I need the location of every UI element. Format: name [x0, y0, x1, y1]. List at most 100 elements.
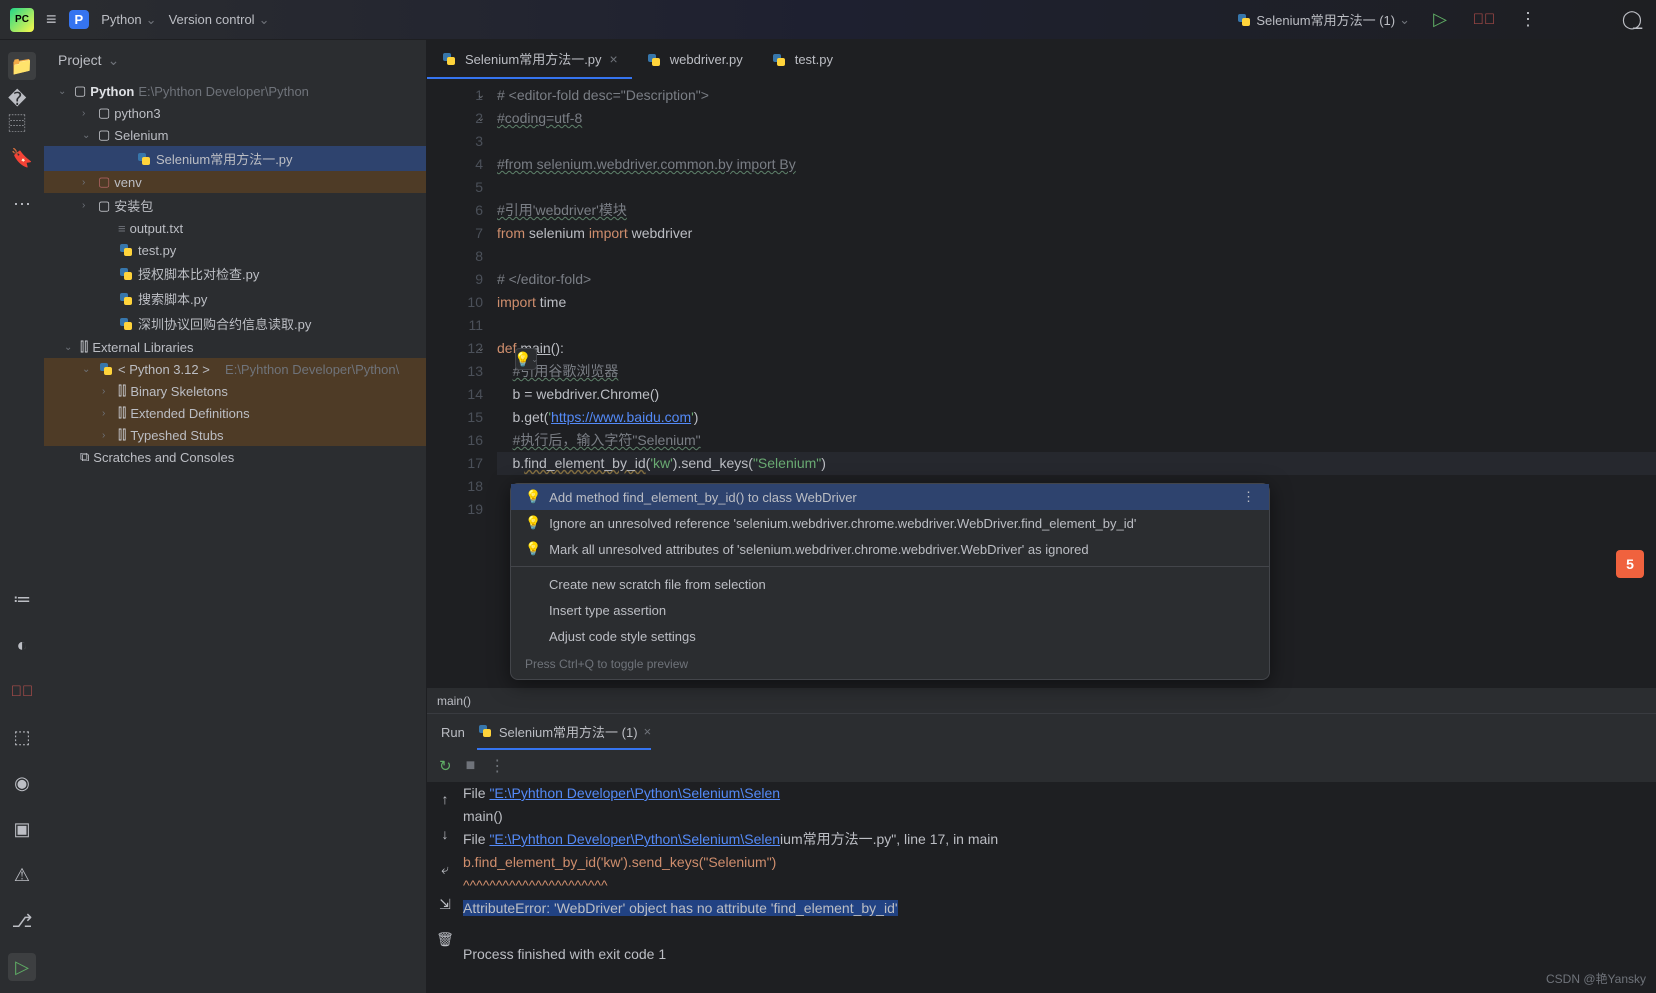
tree-item[interactable]: ⧉Scratches and Consoles	[44, 446, 426, 468]
intention-item[interactable]: 💡Mark all unresolved attributes of 'sele…	[511, 536, 1269, 562]
tree-chevron[interactable]: ›	[82, 108, 94, 119]
rerun-icon[interactable]: ↻	[439, 757, 452, 775]
more-icon[interactable]: ⋮	[489, 756, 505, 776]
debug-button[interactable]: ⬤⃝	[1470, 6, 1498, 34]
up-icon[interactable]: ↑	[442, 788, 449, 811]
tree-item[interactable]: ≡output.txt	[44, 218, 426, 239]
breadcrumb[interactable]: main()	[427, 687, 1656, 713]
python-icon	[441, 51, 457, 67]
chevron-down-icon: ⌄	[1399, 12, 1410, 28]
tree-item[interactable]: ›⫿⫿Typeshed Stubs	[44, 424, 426, 446]
library-icon: ⫿⫿	[118, 427, 126, 443]
run-gutter: ↑ ↓ ⤶ ⇲ 🗑	[427, 782, 463, 993]
python-console-icon[interactable]: ◐	[8, 631, 36, 659]
tree-chevron[interactable]: ⌄	[82, 130, 94, 141]
tree-item[interactable]: 授权脚本比对检查.py	[44, 261, 426, 286]
run-button[interactable]: ▷	[1426, 6, 1454, 34]
chevron-down-icon: ⌄	[259, 12, 270, 28]
wrap-icon[interactable]: ⤶	[441, 858, 449, 881]
run-output[interactable]: ↑ ↓ ⤶ ⇲ 🗑 File "E:\Pyhthon Developer\Pyt…	[427, 782, 1656, 993]
main-menu-icon[interactable]: ≡	[46, 9, 57, 30]
python-icon	[1236, 12, 1252, 28]
project-panel: Project ⌄ ⌄ ▢ Python E:\Pyhthon Develope…	[44, 40, 427, 993]
tree-item[interactable]: ⌄⫿⫿External Libraries	[44, 336, 426, 358]
python-icon	[118, 291, 134, 307]
problems-icon[interactable]: ⚠	[8, 861, 36, 889]
vcs-tool-icon[interactable]: ⎇	[8, 907, 36, 935]
vcs-menu[interactable]: Version control ⌄	[169, 12, 270, 28]
tree-item[interactable]: ›⫿⫿Binary Skeletons	[44, 380, 426, 402]
run-tool-icon[interactable]: ▷	[8, 953, 36, 981]
tree-label: python3	[114, 106, 160, 121]
project-tool-icon[interactable]: 📁	[8, 52, 36, 80]
debug-tool-icon[interactable]: ⬤⃝	[8, 677, 36, 705]
tree-item[interactable]: ›▢venv	[44, 171, 426, 193]
tree-item[interactable]: ⌄▢Selenium	[44, 124, 426, 146]
run-config-tab[interactable]: Selenium常用方法一 (1) ×	[477, 714, 651, 750]
top-bar: PC ≡ P Python ⌄ Version control ⌄ Seleni…	[0, 0, 1656, 40]
run-subtabs: Run Selenium常用方法一 (1) ×	[427, 714, 1656, 750]
run-tab[interactable]: Run	[441, 714, 465, 750]
tree-chevron[interactable]: ⌄	[82, 364, 94, 375]
project-badge[interactable]: P	[69, 10, 90, 29]
tree-item[interactable]: ⌄< Python 3.12 > E:\Pyhthon Developer\Py…	[44, 358, 426, 380]
tree-chevron[interactable]: ›	[82, 177, 94, 188]
tree-label: 授权脚本比对检查.py	[138, 264, 259, 283]
stop-icon[interactable]: ■	[466, 757, 476, 775]
project-selector[interactable]: Python ⌄	[101, 12, 156, 28]
services-icon[interactable]: ◉	[8, 769, 36, 797]
terminal-icon[interactable]: ▣	[8, 815, 36, 843]
tree-label: output.txt	[130, 221, 183, 236]
python-icon	[118, 316, 134, 332]
right-rail: 5	[1616, 550, 1652, 578]
tree-chevron[interactable]: ⌄	[64, 342, 76, 353]
project-header[interactable]: Project ⌄	[44, 40, 426, 80]
more-tools-icon[interactable]: ⋯	[8, 190, 36, 218]
tree-chevron[interactable]: ›	[102, 430, 114, 441]
more-icon[interactable]: ⋮	[1514, 6, 1542, 34]
editor-tab[interactable]: Selenium常用方法一.py×	[427, 40, 632, 79]
more-icon[interactable]: ⋮	[1242, 489, 1255, 505]
structure-tool-icon[interactable]: �⿳	[8, 98, 36, 126]
tree-label: Selenium常用方法一.py	[156, 149, 293, 168]
intention-bulb[interactable]: 💡⌄	[515, 348, 537, 370]
tree-chevron[interactable]: ›	[82, 200, 94, 211]
intention-item[interactable]: Create new scratch file from selection	[511, 571, 1269, 597]
scratch-icon: ⧉	[80, 449, 89, 465]
close-icon[interactable]: ×	[644, 724, 652, 739]
tree-chevron[interactable]: ›	[102, 408, 114, 419]
account-icon[interactable]: ◯̲	[1618, 6, 1646, 34]
tree-label: Binary Skeletons	[130, 384, 228, 399]
python-icon	[477, 723, 493, 739]
tree-item[interactable]: 深圳协议回购合约信息读取.py	[44, 311, 426, 336]
tree-label: venv	[114, 175, 141, 190]
tree-item[interactable]: ›▢安装包	[44, 193, 426, 218]
down-icon[interactable]: ↓	[442, 823, 449, 846]
tree-label: Selenium	[114, 128, 168, 143]
tree-item[interactable]: Selenium常用方法一.py	[44, 146, 426, 171]
close-icon[interactable]: ×	[610, 51, 618, 67]
trash-icon[interactable]: 🗑	[436, 928, 454, 951]
html-preview-icon[interactable]: 5	[1616, 550, 1644, 578]
chevron-down-icon[interactable]: ⌄	[58, 86, 70, 97]
run-config-selector[interactable]: Selenium常用方法一 (1) ⌄	[1236, 10, 1410, 29]
intention-item[interactable]: 💡Add method find_element_by_id() to clas…	[511, 484, 1269, 510]
intention-item[interactable]: Insert type assertion	[511, 597, 1269, 623]
tree-item[interactable]: 搜索脚本.py	[44, 286, 426, 311]
tree-chevron[interactable]: ›	[102, 386, 114, 397]
todo-icon[interactable]: ≔	[8, 585, 36, 613]
intention-text: Insert type assertion	[549, 603, 1255, 618]
tree-item[interactable]: test.py	[44, 239, 426, 261]
tree-label: 深圳协议回购合约信息读取.py	[138, 314, 311, 333]
library-icon: ⫿⫿	[118, 405, 126, 421]
tree-item[interactable]: ›▢python3	[44, 102, 426, 124]
intention-item[interactable]: 💡Ignore an unresolved reference 'seleniu…	[511, 510, 1269, 536]
tree-item[interactable]: ›⫿⫿Extended Definitions	[44, 402, 426, 424]
tree-root[interactable]: ⌄ ▢ Python E:\Pyhthon Developer\Python	[44, 80, 426, 102]
editor-tab[interactable]: webdriver.py	[632, 40, 757, 79]
intention-item[interactable]: Adjust code style settings	[511, 623, 1269, 649]
database-icon[interactable]: ⬚	[8, 723, 36, 751]
export-icon[interactable]: ⇲	[439, 893, 451, 916]
bookmarks-tool-icon[interactable]: 🔖	[8, 144, 36, 172]
editor-tab[interactable]: test.py	[757, 40, 847, 79]
